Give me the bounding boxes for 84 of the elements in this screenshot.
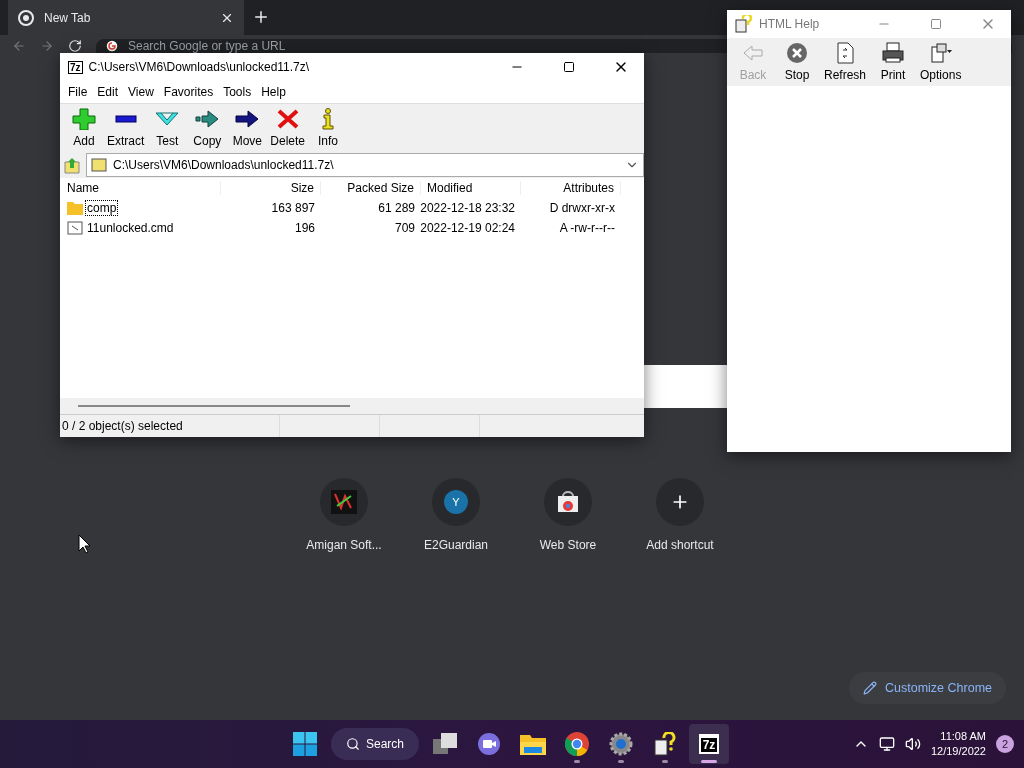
- clock[interactable]: 11:08 AM 12/19/2022: [930, 729, 986, 759]
- network-icon[interactable]: [878, 736, 895, 752]
- path-field[interactable]: C:\Users\VM6\Downloads\unlocked11.7z\: [86, 153, 644, 177]
- running-indicator: [662, 760, 668, 763]
- menu-item[interactable]: View: [123, 85, 159, 99]
- table-cell-text: D drwxr-xr-x: [548, 201, 616, 215]
- column-header[interactable]: Size: [221, 181, 321, 195]
- search-icon: [346, 737, 360, 751]
- window-title: C:\Users\VM6\Downloads\unlocked11.7z\: [88, 60, 311, 74]
- shortcut-tile[interactable]: Y E2Guardian: [400, 478, 512, 552]
- reload-icon[interactable]: [68, 39, 82, 53]
- help-document-icon[interactable]: [654, 732, 676, 756]
- shortcut-tile[interactable]: Amigan Soft...: [288, 478, 400, 552]
- shortcut-tile[interactable]: Add shortcut: [624, 478, 736, 552]
- scrollbar-thumb[interactable]: [78, 405, 350, 407]
- menu-item[interactable]: File: [63, 85, 93, 99]
- column-header[interactable]: Name: [61, 181, 221, 195]
- arrow-icon: [195, 108, 220, 130]
- archive-icon: [91, 158, 107, 172]
- chrome-icon: [18, 9, 34, 26]
- toolbar-button[interactable]: Extract: [104, 108, 148, 148]
- video-chat-icon[interactable]: [477, 733, 501, 755]
- file-icon: [67, 221, 83, 235]
- notification-badge[interactable]: 2: [996, 735, 1014, 753]
- toolbar-button[interactable]: Move: [227, 108, 268, 148]
- customize-button[interactable]: Customize Chrome: [849, 672, 1006, 704]
- gear-icon[interactable]: [609, 732, 633, 756]
- chrome-icon[interactable]: [565, 732, 589, 756]
- task-view-icon[interactable]: [433, 733, 457, 755]
- shortcut-tile[interactable]: Web Store: [512, 478, 624, 552]
- column-header[interactable]: Modified: [421, 181, 521, 195]
- menu-item[interactable]: Edit: [92, 85, 124, 99]
- arrow-icon: [235, 108, 260, 130]
- letter-avatar: Y: [444, 490, 468, 514]
- table-cell-text: 2022-12-19 02:24: [421, 221, 516, 235]
- taskbar-button[interactable]: 7z: [689, 724, 729, 764]
- app-logo: 7z: [68, 60, 83, 74]
- google-icon: [106, 40, 118, 52]
- table-cell-text: A -rw-r--r--: [558, 221, 616, 235]
- running-indicator: [701, 760, 717, 763]
- table-cell-text: 2022-12-18 23:32: [421, 201, 516, 215]
- table-cell-text: 196: [293, 221, 316, 235]
- menu-item[interactable]: Favorites: [158, 85, 219, 99]
- printer-icon: [881, 42, 906, 64]
- column-header[interactable]: Packed Size: [321, 181, 421, 195]
- table-cell-text: 163 897: [270, 201, 316, 215]
- file-name[interactable]: comp: [86, 201, 118, 215]
- up-folder-icon[interactable]: [64, 156, 80, 174]
- status-text: 0 / 2 object(s) selected: [60, 415, 280, 437]
- folder-icon[interactable]: [520, 733, 546, 755]
- folder-icon: [67, 201, 83, 215]
- maximize-icon: [563, 61, 575, 73]
- windows-logo-icon[interactable]: [293, 732, 317, 756]
- browser-tab[interactable]: New Tab: [8, 0, 244, 35]
- volume-icon[interactable]: [904, 736, 921, 752]
- pencil-icon: [863, 681, 877, 695]
- forward-icon[interactable]: [40, 39, 54, 53]
- table-cell-text: 61 289: [377, 201, 416, 215]
- running-indicator: [574, 760, 580, 763]
- delete-icon: [275, 108, 300, 130]
- column-header[interactable]: Attributes: [521, 181, 621, 195]
- menu-item[interactable]: Help: [256, 85, 291, 99]
- new-tab-icon[interactable]: [252, 8, 270, 26]
- plus-icon: [72, 108, 96, 130]
- options-icon: [928, 42, 953, 64]
- mouse-cursor-icon: [78, 534, 92, 554]
- toolbar-button[interactable]: Test: [147, 108, 188, 148]
- toolbar-button[interactable]: Add: [64, 108, 104, 148]
- toolbar-button[interactable]: Delete: [267, 108, 309, 148]
- search-button[interactable]: Search: [331, 728, 419, 760]
- running-indicator: [618, 760, 624, 763]
- menu-item[interactable]: Tools: [218, 85, 257, 99]
- window-title: HTML Help: [759, 17, 821, 31]
- stop-icon: [785, 42, 809, 64]
- archive-app-icon[interactable]: 7z: [698, 734, 720, 754]
- back-icon[interactable]: [12, 39, 26, 53]
- toolbar-button[interactable]: Info: [308, 108, 349, 148]
- store-bag-icon: [557, 491, 579, 513]
- help-icon: [735, 15, 753, 33]
- file-name[interactable]: 11unlocked.cmd: [86, 221, 175, 235]
- table-cell-text: 709: [393, 221, 416, 235]
- toolbar-button[interactable]: Copy: [187, 108, 228, 148]
- logo-icon: [331, 490, 357, 514]
- maximize-icon: [930, 18, 942, 30]
